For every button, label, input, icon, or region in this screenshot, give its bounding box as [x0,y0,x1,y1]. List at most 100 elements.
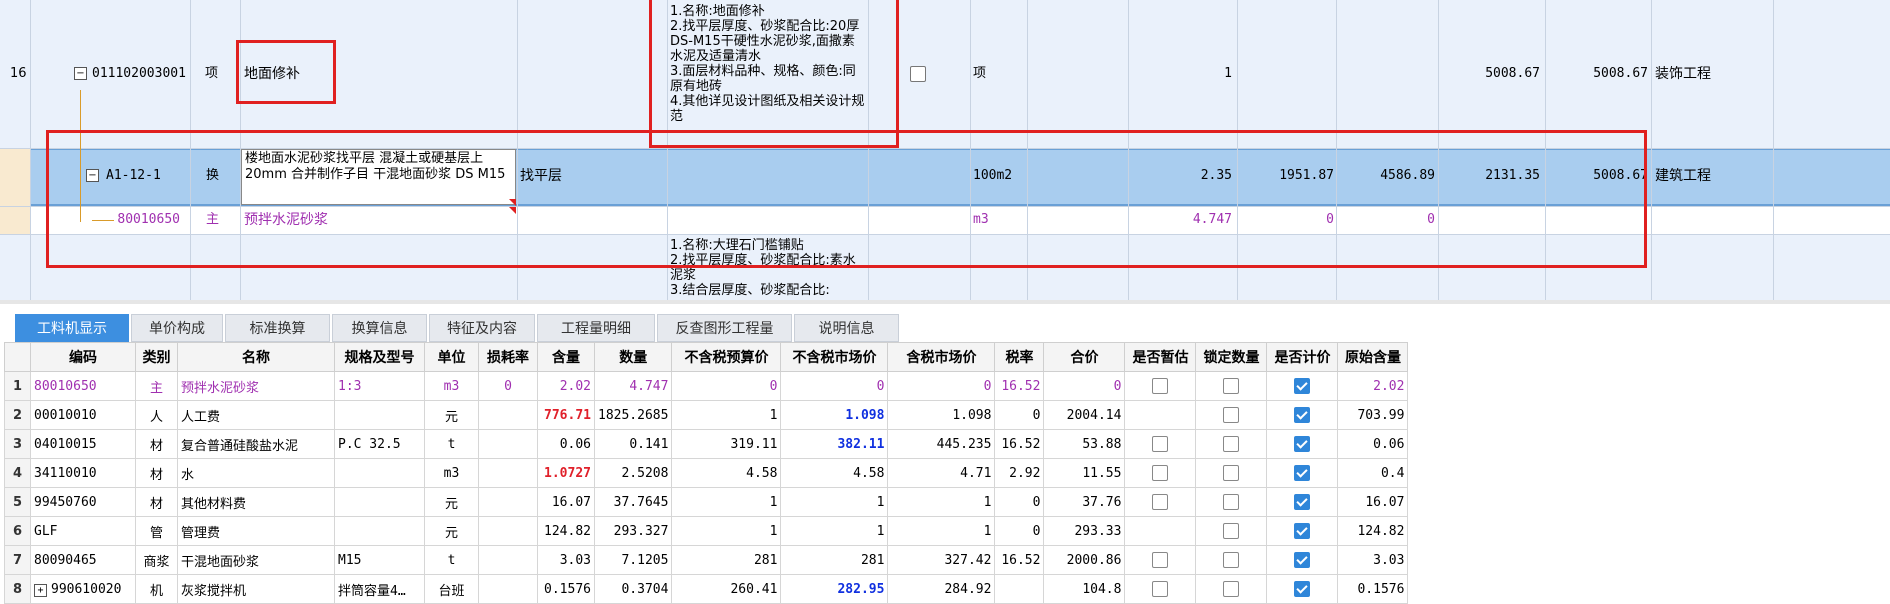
cell-provisional[interactable] [1124,487,1197,517]
cell-priced[interactable] [1266,458,1339,488]
cell-market-price[interactable]: 1.098 [780,400,889,430]
cell-tax-rate[interactable]: 16.52 [994,371,1045,401]
table-row[interactable]: 4 34110010 材水 m3 1.0727 2.5208 4.58 4.58 4.71 2.9… [4,458,1409,488]
cell-original-content[interactable]: 0.06 [1337,429,1409,459]
checkbox-icon[interactable] [1223,436,1240,452]
cell-code[interactable]: GLF [30,516,136,546]
col-header-name[interactable]: 名称 [177,342,335,372]
tab-labor-material-machine[interactable]: 工料机显示 [15,314,129,342]
cell-provisional[interactable] [1124,574,1197,604]
sub-type[interactable]: 换 [206,168,219,184]
col-header-spec[interactable]: 规格及型号 [334,342,425,372]
cell-loss-rate[interactable] [478,458,538,488]
cell-spec[interactable] [334,487,425,517]
cell-content[interactable]: 2.02 [537,371,595,401]
checkbox-icon[interactable] [1223,494,1240,510]
cell-spec[interactable] [334,400,425,430]
cell-content[interactable]: 0.1576 [537,574,595,604]
cell-lock-qty[interactable] [1195,458,1268,488]
cell-unit[interactable]: m3 [424,458,479,488]
cell-priced[interactable] [1266,400,1339,430]
row-number[interactable]: 1 [4,371,31,401]
cell-provisional[interactable] [1124,429,1197,459]
cell-tax-market-price[interactable]: 284.92 [887,574,996,604]
cell-provisional[interactable] [1124,371,1197,401]
sub-category[interactable]: 建筑工程 [1655,168,1711,184]
cell-name[interactable]: 复合普通硅酸盐水泥 [177,429,335,459]
cell-priced[interactable] [1266,371,1339,401]
cell-market-price[interactable]: 1 [780,487,889,517]
cell-priced[interactable] [1266,429,1339,459]
cell-loss-rate[interactable] [478,400,538,430]
cell-budget-price[interactable]: 281 [671,545,782,575]
cell-original-content[interactable]: 124.82 [1337,516,1409,546]
table-row[interactable]: 8 +990610020 机灰浆搅拌机 拌筒容量4… 台班 0.1576 0.3704 260… [4,574,1409,604]
checkbox-icon[interactable] [1223,523,1240,539]
tab-reverse-lookup[interactable]: 反查图形工程量 [657,314,792,342]
cell-quantity[interactable]: 37.7645 [593,487,673,517]
cell-name[interactable]: 干混地面砂浆 [177,545,335,575]
cell-quantity[interactable]: 293.327 [593,516,673,546]
cell-unit[interactable]: 元 [424,400,479,430]
cell-spec[interactable] [334,516,425,546]
cell-total[interactable]: 2000.86 [1043,545,1126,575]
cell-budget-price[interactable]: 4.58 [671,458,782,488]
sub-code[interactable]: A1-12-1 [106,168,161,184]
cell-code[interactable]: 00010010 [30,400,136,430]
table-row[interactable]: 1 80010650 主预拌水泥砂浆 1:3 m3 0 2.02 4.747 0 0 0 16.52 0… [4,371,1409,401]
col-header-priced[interactable]: 是否计价 [1266,342,1339,372]
cell-tax-market-price[interactable]: 445.235 [887,429,996,459]
cell-market-price[interactable]: 0 [780,371,889,401]
cell-name[interactable]: 人工费 [177,400,335,430]
cell-category[interactable]: 材 [135,429,178,459]
cell-lock-qty[interactable] [1195,545,1268,575]
cell-lock-qty[interactable] [1195,371,1268,401]
cell-name[interactable]: 灰浆搅拌机 [177,574,335,604]
cell-category[interactable]: 主 [135,371,178,401]
col-header-budget-price[interactable]: 不含税预算价 [671,342,782,372]
cell-original-content[interactable]: 2.02 [1337,371,1409,401]
cell-total[interactable]: 0 [1043,371,1126,401]
checkbox-icon[interactable] [1294,378,1311,394]
cell-original-content[interactable]: 703.99 [1337,400,1409,430]
col-header-content[interactable]: 含量 [537,342,595,372]
cell-priced[interactable] [1266,487,1339,517]
checkbox-icon[interactable] [1223,581,1240,597]
cell-category[interactable]: 人 [135,400,178,430]
expand-icon[interactable]: + [34,583,47,597]
cell-total[interactable]: 11.55 [1043,458,1126,488]
table-row[interactable]: 6 GLF 管管理费元 124.82 293.327 1 1 1 0 293.33 124.82 [4,516,1409,546]
checkbox-icon[interactable] [1223,378,1240,394]
cell-quantity[interactable]: 7.1205 [593,545,673,575]
cell-original-content[interactable]: 16.07 [1337,487,1409,517]
item-category[interactable]: 装饰工程 [1655,66,1711,82]
cell-content[interactable]: 776.71 [537,400,595,430]
cell-lock-qty[interactable] [1195,429,1268,459]
cell-budget-price[interactable]: 1 [671,487,782,517]
row-checkbox[interactable] [910,66,926,82]
row-number[interactable]: 6 [4,516,31,546]
cell-unit[interactable]: t [424,545,479,575]
row-number[interactable]: 7 [4,545,31,575]
material-code[interactable]: 80010650 [110,212,180,228]
cell-tax-rate[interactable]: 16.52 [994,429,1045,459]
col-header-original-content[interactable]: 原始含量 [1337,342,1409,372]
cell-market-price[interactable]: 4.58 [780,458,889,488]
row-number[interactable]: 3 [4,429,31,459]
cell-unit[interactable]: t [424,429,479,459]
row-number[interactable]: 2 [4,400,31,430]
item-code[interactable]: 011102003001 [92,66,186,82]
cell-tax-rate[interactable]: 0 [994,400,1045,430]
cell-total[interactable]: 2004.14 [1043,400,1126,430]
cell-content[interactable]: 1.0727 [537,458,595,488]
checkbox-icon[interactable] [1294,465,1311,481]
cell-name[interactable]: 预拌水泥砂浆 [177,371,335,401]
cell-original-content[interactable]: 0.1576 [1337,574,1409,604]
tab-description[interactable]: 说明信息 [794,314,899,342]
cell-tax-market-price[interactable]: 0 [887,371,996,401]
row-number[interactable]: 4 [4,458,31,488]
cell-loss-rate[interactable] [478,516,538,546]
sub-col1[interactable]: 1951.87 [1239,168,1334,184]
sub-unit-price[interactable]: 2131.35 [1440,168,1540,184]
checkbox-icon[interactable] [1152,436,1169,452]
